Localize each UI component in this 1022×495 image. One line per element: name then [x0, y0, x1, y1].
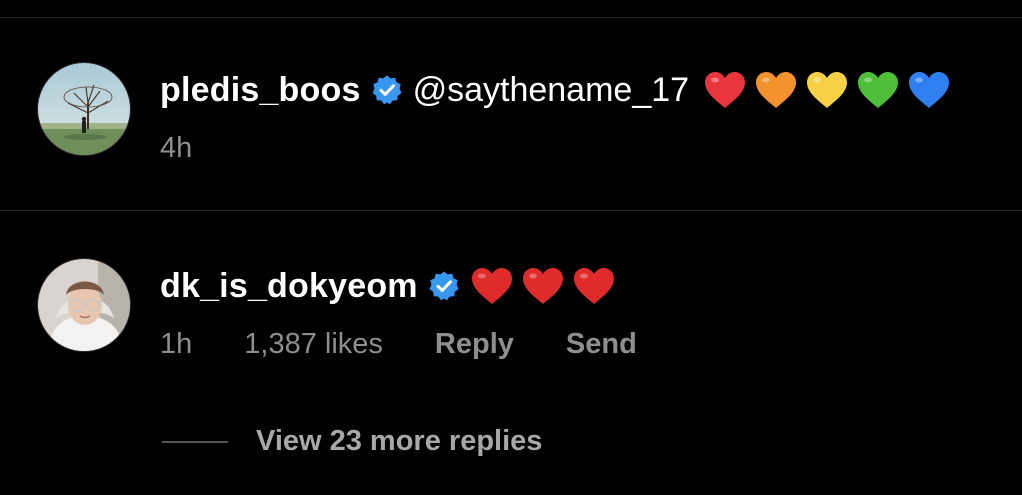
timestamp: 4h — [160, 132, 193, 164]
send-button[interactable]: Send — [566, 328, 637, 361]
timestamp: 1h — [160, 328, 193, 360]
red-heart-icon — [573, 268, 614, 304]
likes-count[interactable]: 1,387 likes — [244, 328, 383, 361]
avatar[interactable] — [37, 62, 131, 156]
replies-line-divider — [162, 440, 228, 443]
blue-heart-icon — [909, 72, 950, 108]
green-heart-icon — [858, 72, 899, 108]
comment-meta: 4h — [160, 132, 244, 165]
red-heart-icon — [522, 268, 563, 304]
red-heart-icon — [705, 72, 746, 108]
verified-badge-icon — [371, 74, 403, 106]
yellow-heart-icon — [807, 72, 848, 108]
comment-body: pledis_boos @saythename_17 — [160, 66, 951, 114]
username[interactable]: pledis_boos — [160, 71, 361, 110]
top-divider — [0, 17, 1022, 18]
comment-divider — [0, 210, 1022, 211]
username[interactable]: dk_is_dokyeom — [160, 267, 418, 306]
orange-heart-icon — [756, 72, 797, 108]
reply-button[interactable]: Reply — [435, 328, 514, 361]
comment-body: dk_is_dokyeom — [160, 262, 616, 310]
view-more-replies-button[interactable]: View 23 more replies — [162, 425, 542, 458]
comment-meta: 1h 1,387 likes Reply Send — [160, 328, 689, 361]
heart-emojis — [703, 70, 951, 110]
view-more-replies-label: View 23 more replies — [256, 425, 543, 457]
mention-link[interactable]: @saythename_17 — [413, 71, 689, 110]
verified-badge-icon — [428, 270, 460, 302]
heart-emojis — [470, 266, 616, 306]
avatar[interactable] — [37, 258, 131, 352]
red-heart-icon — [471, 268, 512, 304]
